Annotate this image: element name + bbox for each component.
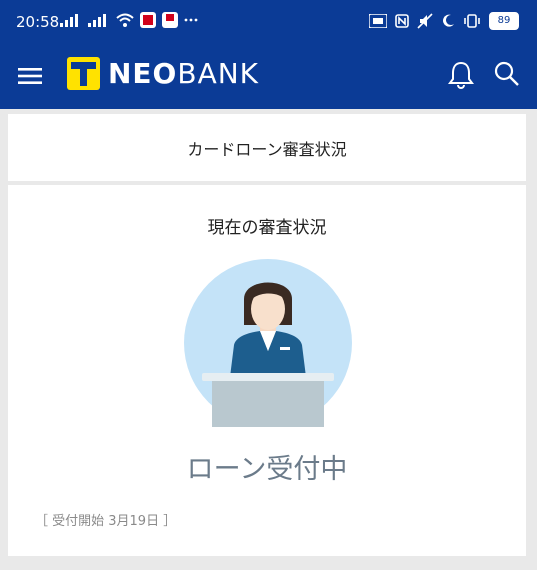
receptionist-illustration [184,259,352,427]
more-notifications-icon [184,18,198,22]
logo-text: NEOBANK [108,57,259,90]
signal-icon [60,14,78,27]
mute-icon [417,13,433,29]
volte-icon [369,14,387,28]
status-time: 20:58 [16,13,60,31]
menu-icon[interactable] [18,67,42,85]
nfc-icon [395,14,409,28]
review-status-card: 現在の審査状況 ローン受付中 ［ 受付開始 3月19日 ］ [8,185,526,556]
logo-t-mark [67,57,100,90]
app-notification-icon [140,12,156,28]
status-left-icons [60,12,198,28]
status-right-icons: 89 [369,12,519,30]
page-title: カードローン審査状況 [187,139,347,159]
loan-status: ローン受付中 [186,454,348,485]
bell-icon[interactable] [448,61,474,89]
battery-indicator: 89 [489,12,519,30]
logo-neo: NEO [108,57,178,90]
wifi-icon [116,13,134,27]
app-header: NEOBANK [0,46,537,109]
vibrate-icon [464,14,480,28]
status-bar: 20:58 89 [0,0,537,46]
application-start-date: ［ 受付開始 3月19日 ］ [35,514,177,529]
search-icon[interactable] [494,61,520,87]
neobank-logo: NEOBANK [67,57,259,90]
moon-icon [443,14,454,27]
signal-icon [88,14,106,27]
section-title: 現在の審査状況 [207,218,327,238]
app-notification-icon [162,12,178,28]
page-title-card: カードローン審査状況 [8,114,526,181]
logo-bank: BANK [177,57,260,90]
